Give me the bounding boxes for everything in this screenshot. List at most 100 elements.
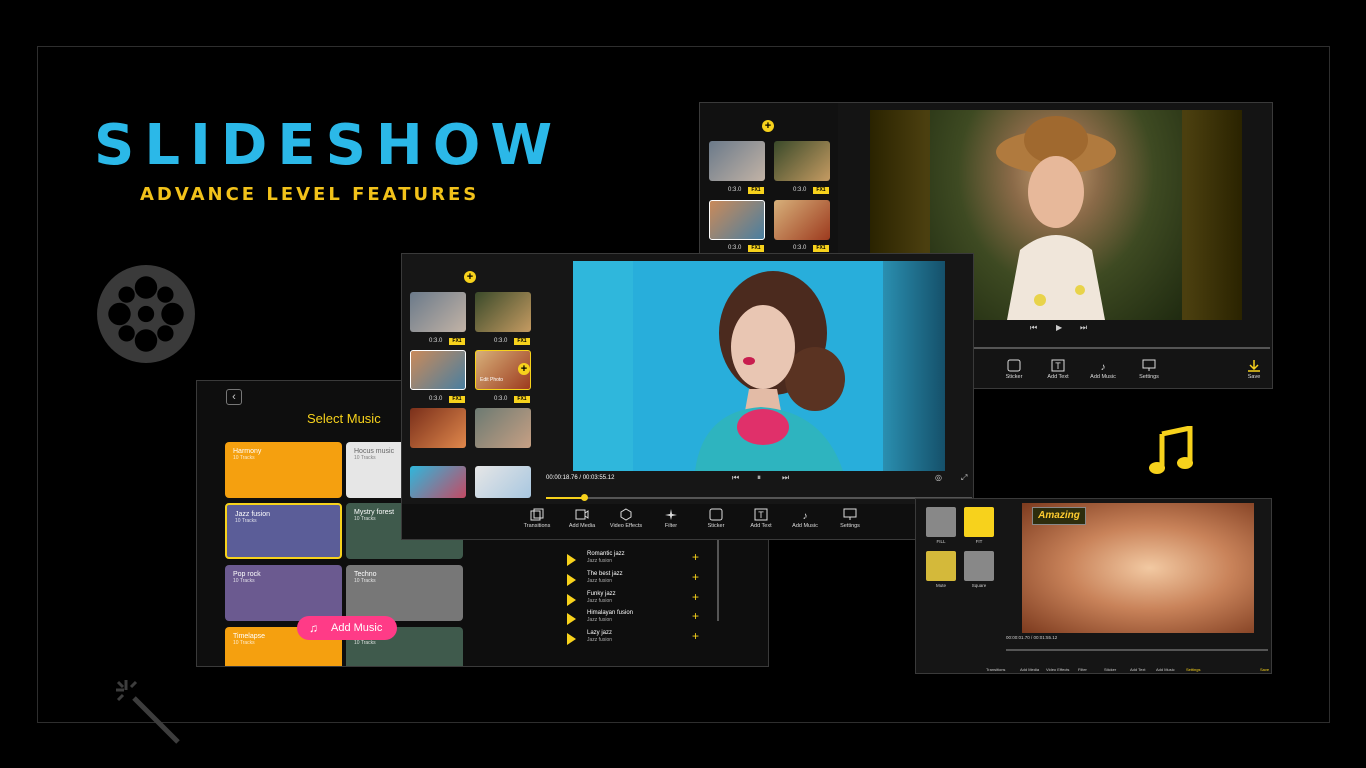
media-thumb[interactable] xyxy=(410,292,466,332)
pause-icon[interactable]: ⏸ xyxy=(757,473,761,483)
thumb-duration: 0:3.0 xyxy=(429,338,443,344)
tool-add-music[interactable]: ♪ Add Music xyxy=(1078,359,1128,380)
fx-badge[interactable]: FX1 xyxy=(514,396,530,403)
tool-filter[interactable]: Filter xyxy=(646,508,696,529)
genre-card[interactable]: Pop rock 10 Tracks xyxy=(225,565,342,621)
genre-card[interactable]: Techno 10 Tracks xyxy=(346,565,463,621)
timeline-bar[interactable] xyxy=(1006,649,1268,651)
tool-settings[interactable]: Settings xyxy=(1124,359,1174,380)
fx-badge[interactable]: FX1 xyxy=(449,396,465,403)
fullscreen-icon[interactable]: ⤢ xyxy=(961,473,967,483)
svg-text:♪: ♪ xyxy=(803,511,808,521)
edit-photo-label[interactable]: Edit Photo xyxy=(480,377,503,383)
track-row[interactable]: Lazy jazz Jazz fusion + xyxy=(567,629,707,646)
fill-button[interactable] xyxy=(926,507,956,537)
add-track-icon[interactable]: + xyxy=(692,570,699,584)
tool-add-text[interactable]: Add Text xyxy=(1130,667,1146,672)
tool-video-effects[interactable]: Video Effects xyxy=(601,508,651,529)
video-preview xyxy=(573,261,945,471)
fx-badge[interactable]: FX1 xyxy=(514,338,530,345)
add-media-plus-icon[interactable]: + xyxy=(464,271,476,283)
select-music-title: Select Music xyxy=(307,411,381,426)
add-track-icon[interactable]: + xyxy=(692,609,699,623)
tool-save[interactable]: Save xyxy=(1239,359,1269,380)
track-row[interactable]: The best jazz Jazz fusion + xyxy=(567,570,707,587)
download-icon xyxy=(1248,360,1260,372)
media-thumb[interactable] xyxy=(475,408,531,448)
fx-badge[interactable]: FX1 xyxy=(813,187,829,194)
tool-add-music[interactable]: Add Music xyxy=(1156,667,1175,672)
play-icon[interactable] xyxy=(567,613,576,625)
track-row[interactable]: Romantic jazz Jazz fusion + xyxy=(567,550,707,567)
tool-save[interactable]: Save xyxy=(1260,667,1269,672)
play-icon[interactable] xyxy=(567,574,576,586)
play-icon[interactable]: ▶ xyxy=(1056,323,1062,332)
mute-button[interactable] xyxy=(926,551,956,581)
hero-title: SLIDESHOW xyxy=(94,113,563,178)
play-icon[interactable] xyxy=(567,594,576,606)
media-thumb[interactable] xyxy=(709,141,765,181)
timeline-knob[interactable] xyxy=(581,494,589,501)
tool-settings[interactable]: Settings xyxy=(1186,667,1200,672)
editor-panel-bottom: FILL FIT Mute Square Amazing 00:00:01.70… xyxy=(915,498,1272,674)
media-thumb[interactable] xyxy=(774,200,830,240)
media-thumb[interactable] xyxy=(410,408,466,448)
tool-filter[interactable]: Filter xyxy=(1078,667,1087,672)
svg-text:T: T xyxy=(758,510,764,520)
tool-add-music[interactable]: ♪ Add Music xyxy=(780,508,830,529)
tool-transitions[interactable]: Transitions xyxy=(986,667,1005,672)
tool-video-effects[interactable]: Video Effects xyxy=(1046,667,1069,672)
square-button[interactable] xyxy=(964,551,994,581)
media-thumb[interactable] xyxy=(709,200,765,240)
track-row[interactable]: Himalayan fusion Jazz fusion + xyxy=(567,609,707,626)
media-thumb[interactable] xyxy=(410,350,466,390)
prev-icon[interactable]: ⏮ xyxy=(732,473,739,483)
tool-sticker[interactable]: Sticker xyxy=(1104,667,1116,672)
media-thumb[interactable] xyxy=(774,141,830,181)
film-reel-icon xyxy=(97,265,195,363)
next-icon[interactable]: ⏭ xyxy=(782,473,789,483)
play-icon[interactable] xyxy=(567,554,576,566)
text-icon: T xyxy=(1051,359,1065,372)
media-thumb[interactable] xyxy=(475,466,531,498)
fx-badge[interactable]: FX1 xyxy=(748,245,764,252)
tool-sticker[interactable]: Sticker xyxy=(691,508,741,529)
fx-badge[interactable]: FX1 xyxy=(748,187,764,194)
media-thumb[interactable] xyxy=(475,292,531,332)
tool-add-media[interactable]: Add Media xyxy=(557,508,607,529)
media-thumb[interactable] xyxy=(410,466,466,498)
track-row[interactable]: Funky jazz Jazz fusion + xyxy=(567,590,707,607)
tool-add-text[interactable]: T Add Text xyxy=(1033,359,1083,380)
tool-add-media[interactable]: Add Media xyxy=(1020,667,1039,672)
tool-transitions[interactable]: Transitions xyxy=(512,508,562,529)
settings-icon xyxy=(1142,359,1156,371)
thumb-duration: 0:3.0 xyxy=(494,338,508,344)
tool-add-text[interactable]: T Add Text xyxy=(736,508,786,529)
play-icon[interactable] xyxy=(567,633,576,645)
prev-icon[interactable]: ⏮ xyxy=(1030,323,1037,333)
genre-card[interactable]: Jazz fusion 10 Tracks xyxy=(225,503,342,559)
fx-badge[interactable]: FX1 xyxy=(813,245,829,252)
sticker-icon xyxy=(1007,359,1021,372)
tool-settings[interactable]: Settings xyxy=(825,508,875,529)
add-icon[interactable]: + xyxy=(518,363,530,375)
back-button[interactable]: ‹ xyxy=(226,389,242,405)
add-track-icon[interactable]: + xyxy=(692,550,699,564)
text-sticker[interactable]: Amazing xyxy=(1032,507,1086,525)
eye-icon[interactable]: ◎ xyxy=(935,473,942,482)
timeline-bar[interactable] xyxy=(546,494,972,501)
fit-button[interactable] xyxy=(964,507,994,537)
add-track-icon[interactable]: + xyxy=(692,629,699,643)
next-icon[interactable]: ⏭ xyxy=(1080,323,1087,333)
media-thumb-selected[interactable]: Edit Photo + xyxy=(475,350,531,390)
scrollbar[interactable] xyxy=(717,531,719,621)
tool-sticker[interactable]: Sticker xyxy=(989,359,1039,380)
add-media-plus-icon[interactable]: + xyxy=(762,120,774,132)
fx-badge[interactable]: FX1 xyxy=(449,338,465,345)
timeline-progress xyxy=(546,497,585,499)
svg-text:T: T xyxy=(1055,361,1061,371)
add-track-icon[interactable]: + xyxy=(692,590,699,604)
music-plus-icon: ♫ xyxy=(309,621,318,635)
add-music-button[interactable]: ♫ Add Music xyxy=(297,616,397,640)
genre-card[interactable]: Harmony 10 Tracks xyxy=(225,442,342,498)
